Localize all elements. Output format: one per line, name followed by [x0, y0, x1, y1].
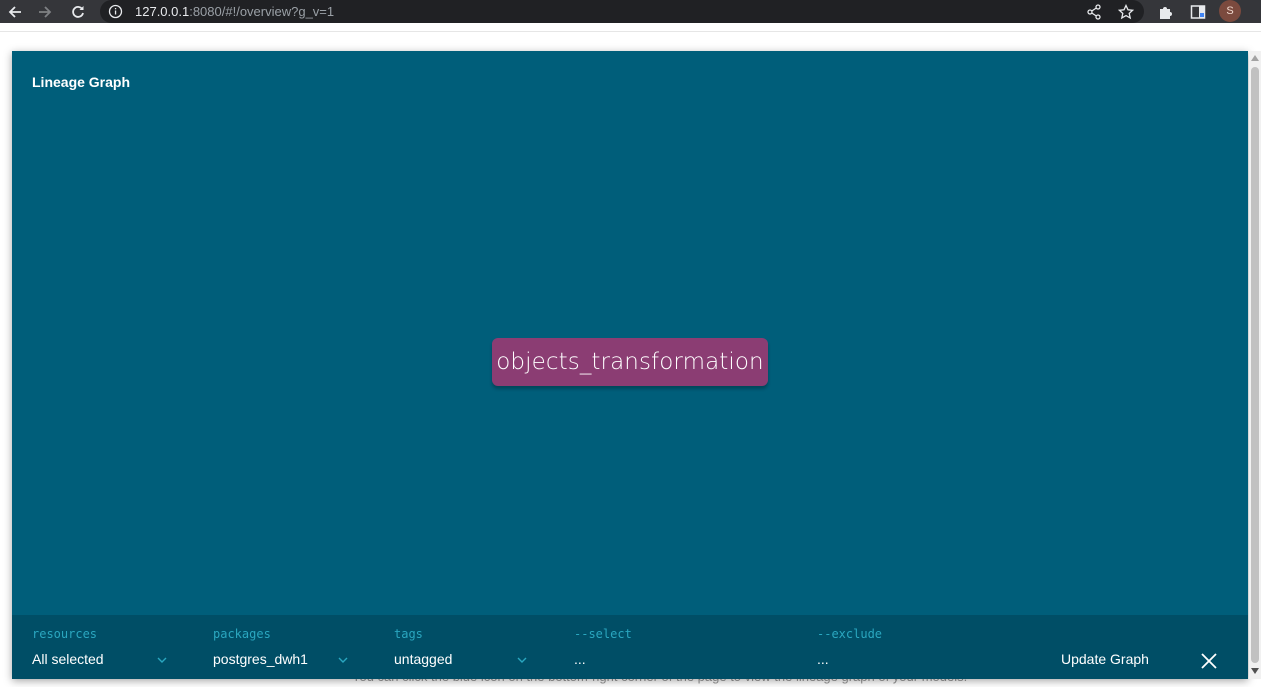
address-bar[interactable]: 127.0.0.1:8080/#!/overview?g_v=1 [100, 0, 1144, 23]
packages-value[interactable]: postgres_dwh1 [213, 651, 308, 667]
lineage-graph-modal: Lineage Graph objects_transformation res… [12, 51, 1248, 679]
exclude-label: --exclude [817, 627, 883, 641]
scrollbar-thumb[interactable] [1251, 67, 1259, 663]
close-icon[interactable] [1200, 652, 1218, 670]
modal-title: Lineage Graph [32, 74, 131, 90]
page-scrollbar[interactable] [1249, 51, 1261, 679]
resources-value[interactable]: All selected [32, 651, 104, 667]
extensions-puzzle-icon[interactable] [1155, 2, 1175, 22]
bookmark-star-icon[interactable] [1116, 2, 1136, 22]
graph-filter-bar: resources All selected packages postgres… [12, 615, 1248, 679]
select-input[interactable]: ... [574, 651, 586, 667]
url-text: 127.0.0.1:8080/#!/overview?g_v=1 [135, 4, 335, 19]
back-arrow-icon[interactable] [4, 0, 26, 23]
reload-icon[interactable] [67, 0, 89, 23]
tags-filter[interactable]: tags untagged [394, 615, 544, 679]
scroll-down-arrow-icon[interactable] [1251, 668, 1259, 674]
exclude-input[interactable]: ... [817, 651, 829, 667]
update-graph-button[interactable]: Update Graph [1061, 651, 1149, 667]
select-label: --select [574, 627, 632, 641]
resources-filter[interactable]: resources All selected [32, 615, 182, 679]
scroll-up-arrow-icon[interactable] [1251, 55, 1259, 61]
packages-label: packages [213, 627, 271, 641]
chevron-down-icon[interactable] [516, 653, 528, 665]
exclude-filter[interactable]: --exclude ... [817, 615, 1037, 679]
chevron-down-icon[interactable] [337, 653, 349, 665]
graph-node[interactable]: objects_transformation [492, 338, 768, 386]
browser-toolbar: 127.0.0.1:8080/#!/overview?g_v=1 S [0, 0, 1261, 23]
chevron-down-icon[interactable] [156, 653, 168, 665]
profile-avatar[interactable]: S [1219, 0, 1241, 22]
side-panel-icon[interactable] [1188, 2, 1208, 22]
page-header-strip [0, 23, 1261, 32]
packages-filter[interactable]: packages postgres_dwh1 [213, 615, 363, 679]
forward-arrow-icon[interactable] [34, 0, 56, 23]
select-filter[interactable]: --select ... [574, 615, 794, 679]
tags-label: tags [394, 627, 423, 641]
tags-value[interactable]: untagged [394, 651, 452, 667]
site-info-icon[interactable] [108, 4, 123, 19]
resources-label: resources [32, 627, 98, 641]
share-icon[interactable] [1084, 2, 1104, 22]
